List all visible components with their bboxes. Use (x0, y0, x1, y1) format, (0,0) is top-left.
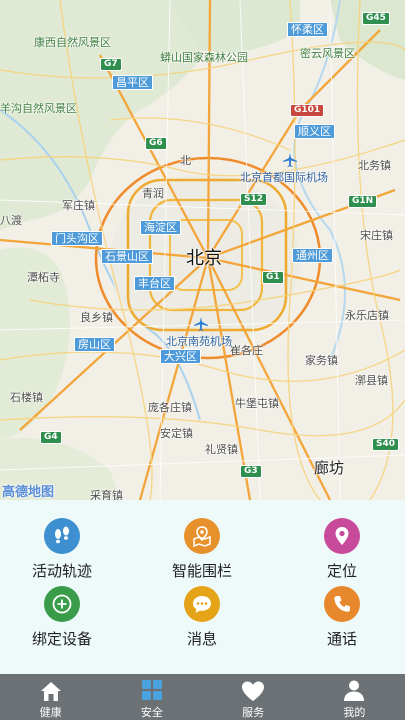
map-label-park: 密云风景区 (300, 47, 355, 60)
map-place-label: 永乐店镇 (345, 309, 389, 322)
map-label-park: 蟒山国家森林公园 (160, 51, 248, 64)
map-place-label: 采育镇 (90, 489, 123, 500)
messages-label: 消息 (186, 630, 217, 648)
bottom-tab-bar: 健康 安全 服务 我的 (0, 674, 405, 720)
map-view[interactable]: 康西自然风景区 蟒山国家森林公园 密云风景区 羊沟自然风景区 怀柔区 昌平区 顺… (0, 0, 405, 500)
highway-shield: G6 (145, 137, 167, 150)
highway-shield: S12 (240, 193, 268, 206)
user-icon (304, 674, 405, 702)
map-district-label: 昌平区 (112, 75, 153, 90)
airplane-icon (283, 153, 297, 167)
map-district-label: 房山区 (74, 337, 115, 352)
map-district-label: 大兴区 (160, 349, 201, 364)
highway-shield: G7 (100, 58, 122, 71)
map-place-label: 庞各庄镇 (148, 401, 192, 414)
activity-track-label: 活动轨迹 (31, 562, 92, 580)
tab-label: 安全 (140, 706, 163, 719)
map-place-label: 漷县镇 (355, 374, 388, 387)
tab-service[interactable]: 服务 (203, 674, 304, 720)
map-place-label: 礼贤镇 (205, 443, 238, 456)
highway-shield: G101 (290, 104, 325, 117)
call-button[interactable]: 通话 (287, 586, 397, 650)
chat-bubble-icon (184, 586, 220, 622)
highway-shield: G4 (40, 431, 62, 444)
map-place-label: 北 (180, 154, 191, 167)
map-city-label: 廊坊 (314, 459, 345, 477)
call-label: 通话 (326, 630, 357, 648)
map-place-label: 安定镇 (160, 427, 193, 440)
messages-button[interactable]: 消息 (147, 586, 257, 650)
map-place-label: 崔各庄 (230, 344, 263, 357)
activity-track-button[interactable]: 活动轨迹 (7, 518, 117, 582)
bind-device-label: 绑定设备 (31, 630, 92, 648)
map-place-label: 北务镇 (358, 159, 391, 172)
grid-icon (101, 674, 202, 702)
highway-shield: G45 (362, 12, 390, 25)
map-district-label: 顺义区 (294, 124, 335, 139)
map-airport-label: 北京南苑机场 (166, 335, 232, 348)
tab-label: 服务 (242, 706, 265, 719)
function-grid: 活动轨迹 智能围栏 定位 绑定设备 消息 通话 (0, 500, 405, 674)
map-place-label: 青润 (142, 187, 164, 200)
map-city-center-label: 北京 (186, 248, 222, 269)
highway-shield: G1 (262, 271, 284, 284)
map-place-label: 良乡镇 (80, 311, 113, 324)
map-provider-logo: 高德地图 (2, 485, 55, 500)
bind-device-button[interactable]: 绑定设备 (7, 586, 117, 650)
tab-safety[interactable]: 安全 (101, 674, 202, 720)
tab-label: 健康 (39, 706, 62, 719)
home-icon (0, 674, 101, 702)
map-label-park: 羊沟自然风景区 (0, 102, 77, 115)
map-pin-fence-icon (184, 518, 220, 554)
map-district-label: 海淀区 (140, 220, 181, 235)
map-place-label: 八渡 (0, 214, 22, 227)
map-place-label: 潭柘寺 (27, 271, 60, 284)
airplane-icon (194, 317, 208, 331)
tab-label: 我的 (343, 706, 366, 719)
map-airport-label: 北京首都国际机场 (240, 171, 328, 184)
location-button[interactable]: 定位 (287, 518, 397, 582)
tab-health[interactable]: 健康 (0, 674, 101, 720)
map-place-label: 石楼镇 (10, 391, 43, 404)
heart-icon (203, 674, 304, 702)
highway-shield: S40 (372, 438, 400, 451)
footprints-icon (44, 518, 80, 554)
map-district-label: 怀柔区 (287, 22, 328, 37)
map-district-label: 门头沟区 (51, 231, 103, 246)
map-district-label: 石景山区 (101, 249, 153, 264)
phone-icon (324, 586, 360, 622)
map-label-park: 康西自然风景区 (34, 36, 111, 49)
highway-shield: G3 (240, 465, 262, 478)
map-place-label: 家务镇 (305, 354, 338, 367)
smart-fence-label: 智能围栏 (171, 562, 232, 580)
location-label: 定位 (326, 562, 357, 580)
add-circle-icon (44, 586, 80, 622)
map-place-label: 军庄镇 (62, 199, 95, 212)
map-place-label: 宋庄镇 (360, 229, 393, 242)
tab-mine[interactable]: 我的 (304, 674, 405, 720)
map-district-label: 丰台区 (134, 276, 175, 291)
map-place-label: 牛堡屯镇 (235, 397, 279, 410)
map-district-label: 通州区 (292, 248, 333, 263)
highway-shield: G1N (348, 195, 378, 208)
location-pin-icon (324, 518, 360, 554)
smart-fence-button[interactable]: 智能围栏 (147, 518, 257, 582)
